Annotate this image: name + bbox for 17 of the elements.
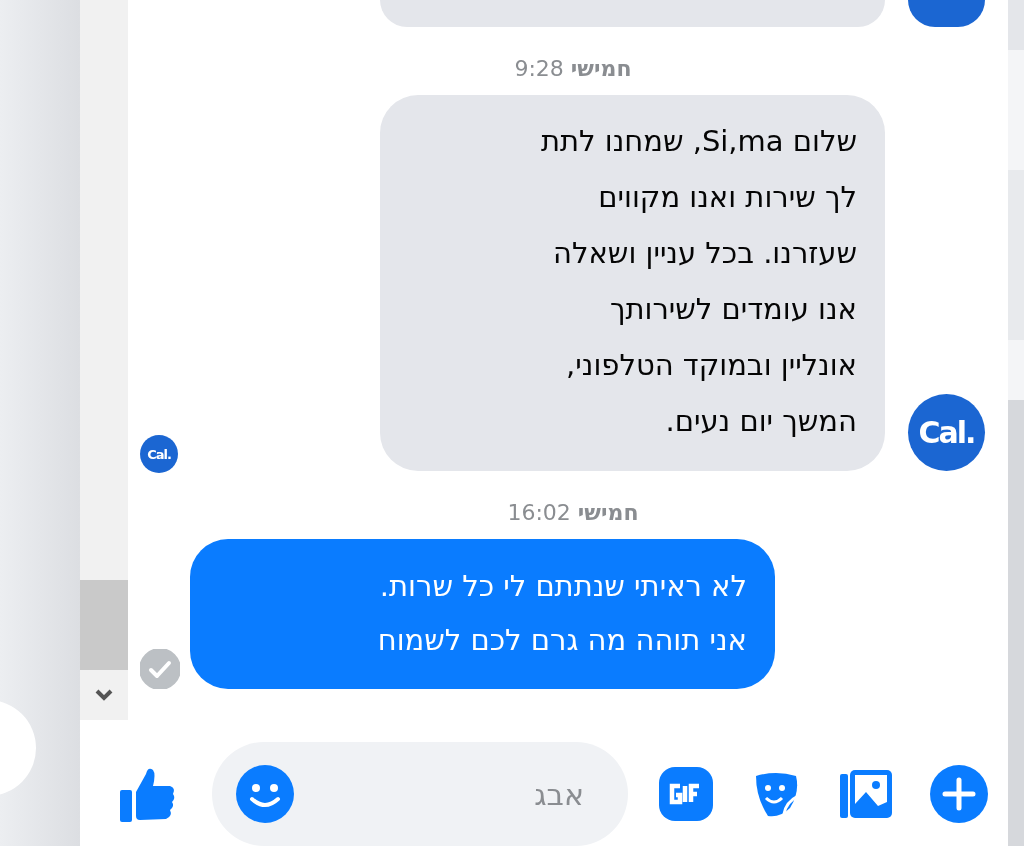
scrollbar-thumb[interactable] — [80, 580, 128, 670]
plus-icon[interactable] — [930, 765, 988, 823]
message-input[interactable]: אבג — [314, 775, 604, 813]
message-line: המשך יום נעים. — [664, 403, 857, 440]
message-line: לך שירות ואנו מקווים — [597, 179, 857, 216]
emoji-icon[interactable] — [236, 765, 294, 823]
message-line: אנו עומדים לשירותך — [608, 291, 857, 328]
seen-avatar: Cal. — [140, 435, 178, 473]
avatar: Cal. — [908, 394, 985, 471]
message-line: לא ראיתי שנתתם לי כל שרות. — [378, 568, 747, 605]
gif-icon[interactable] — [658, 766, 714, 822]
message-line: שלום Si,ma, שמחנו לתת — [539, 123, 857, 160]
message-line: אני תוהה מה גרם לכם לשמוח — [376, 622, 747, 659]
message-line: שעזרנו. בכל עניין ושאלה — [552, 235, 857, 272]
chevron-down-icon — [94, 688, 114, 702]
scrollbar[interactable] — [80, 0, 128, 720]
message-line: אונליין ובמוקד הטלפוני, — [565, 347, 857, 384]
